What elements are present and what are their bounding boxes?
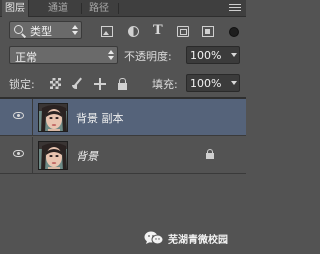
tab-separator (81, 3, 82, 14)
eye-icon[interactable] (13, 112, 24, 119)
blend-mode-value: 正常 (15, 51, 37, 64)
tab-channels[interactable]: 通道 (45, 0, 71, 17)
layer-row-background[interactable]: 背景 (0, 137, 246, 174)
layer-thumbnail (38, 141, 68, 170)
chevron-down-icon[interactable] (231, 81, 237, 85)
blend-mode-select[interactable]: 正常 (9, 46, 118, 64)
lock-label: 锁定: (9, 78, 35, 91)
opacity-value: 100% (190, 49, 222, 62)
lock-position-icon[interactable] (94, 78, 106, 90)
lock-image-pixels-icon[interactable] (72, 78, 84, 90)
tab-paths[interactable]: 路径 (86, 0, 112, 17)
tab-layers[interactable]: 图层 (2, 0, 29, 17)
layer-filter-row: 类型 T (0, 18, 246, 42)
opacity-field[interactable]: 100% (186, 46, 240, 64)
smart-object-filter-icon[interactable] (202, 26, 214, 37)
visibility-cell[interactable] (0, 99, 33, 135)
tab-separator (118, 3, 119, 14)
layer-name[interactable]: 背景 副本 (76, 110, 124, 126)
filter-kind-select[interactable]: 类型 (9, 21, 82, 39)
select-arrows-icon (107, 50, 114, 61)
layer-name[interactable]: 背景 (76, 148, 98, 164)
fill-field[interactable]: 100% (186, 74, 240, 92)
opacity-label: 不透明度: (124, 50, 172, 63)
filter-kind-label: 类型 (30, 25, 52, 38)
wechat-logo-icon (144, 231, 164, 245)
layer-thumbnail (38, 103, 68, 132)
lock-icon (206, 149, 214, 159)
panel-tab-bar: 图层 通道 路径 (0, 0, 246, 17)
blend-row: 正常 不透明度: 100% (0, 42, 246, 68)
type-filter-icon[interactable]: T (153, 24, 165, 37)
adjustment-filter-icon[interactable] (128, 26, 139, 37)
eye-icon[interactable] (13, 150, 24, 157)
panel-menu-icon[interactable] (229, 2, 241, 14)
image-filter-icon[interactable] (101, 26, 113, 37)
chevron-down-icon[interactable] (231, 53, 237, 57)
fill-label: 填充: (152, 78, 178, 91)
filter-toggle-icon[interactable] (229, 27, 239, 37)
layer-row-background-copy[interactable]: 背景 副本 (0, 99, 246, 136)
lock-all-icon[interactable] (118, 78, 127, 90)
select-arrows-icon (71, 25, 78, 36)
lock-row: 锁定: 填充: 100% (0, 70, 246, 96)
shape-filter-icon[interactable] (177, 26, 189, 37)
fill-value: 100% (190, 77, 222, 90)
visibility-cell[interactable] (0, 137, 33, 173)
lock-transparent-pixels-icon[interactable] (50, 78, 61, 89)
watermark-text: 芜湖青微校园 (168, 235, 228, 246)
